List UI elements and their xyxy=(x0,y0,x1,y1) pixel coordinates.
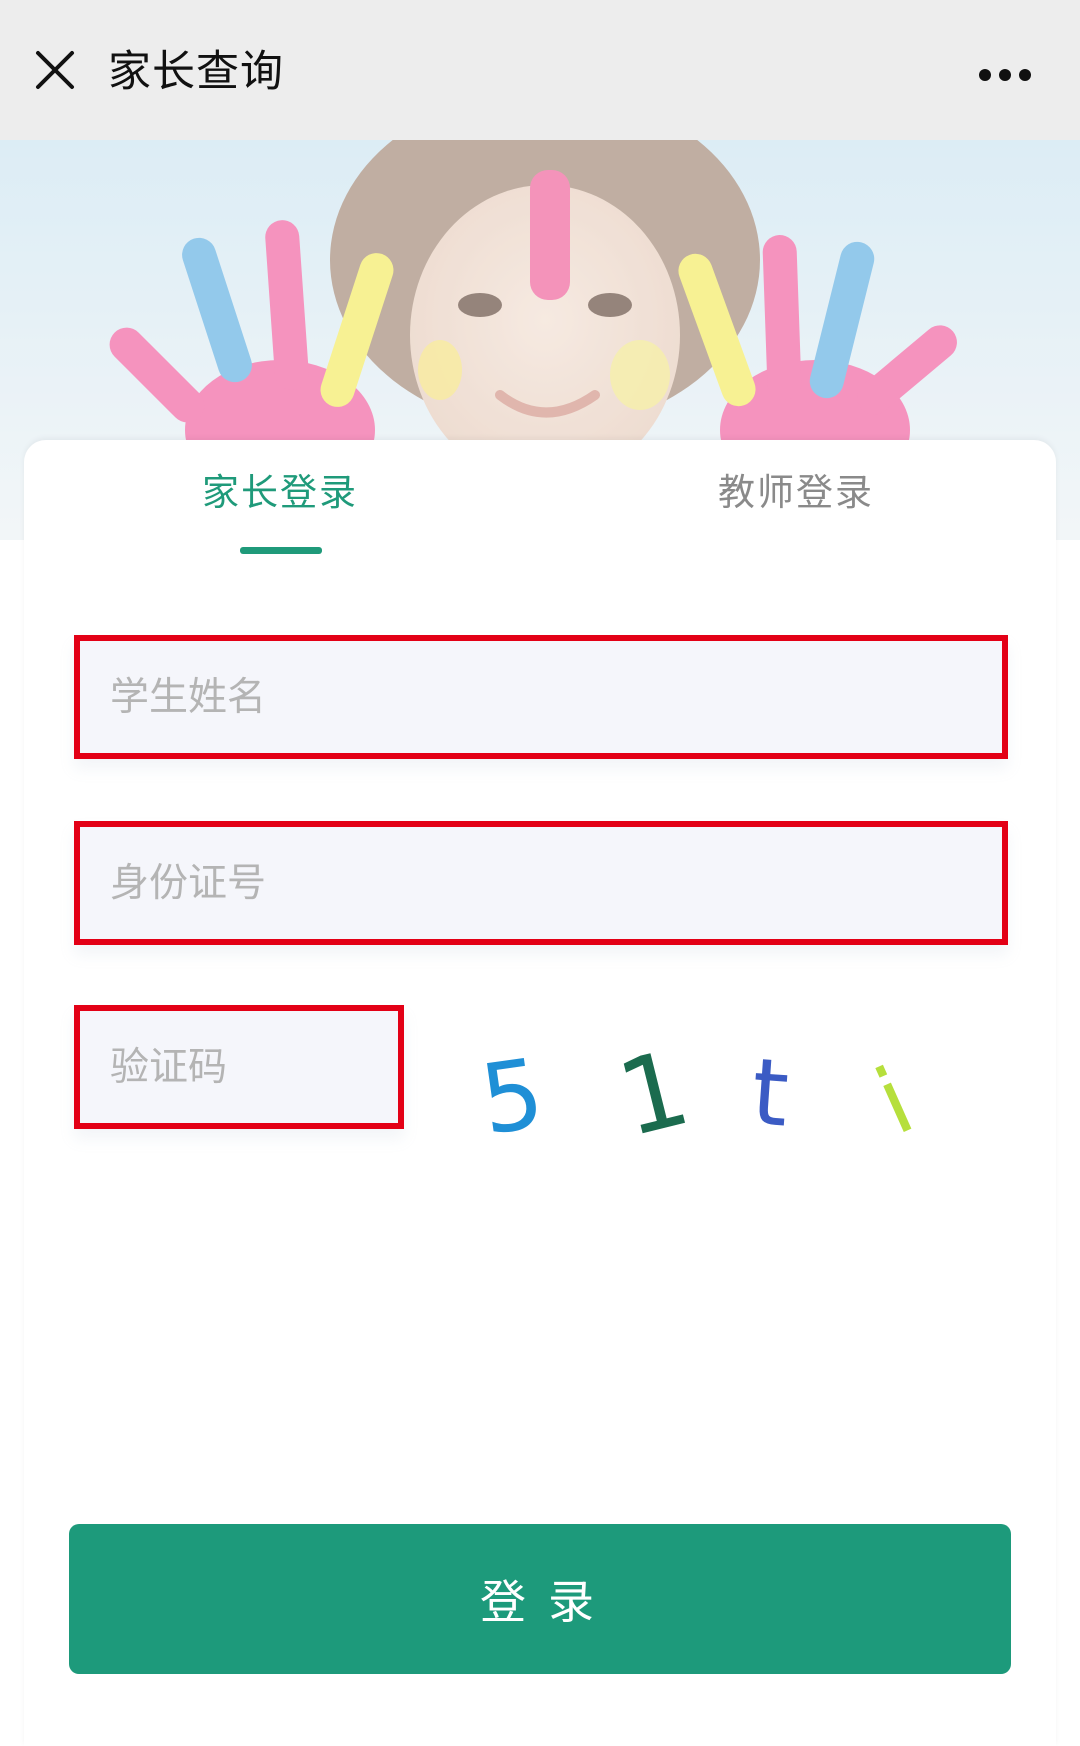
page-title: 家长查询 xyxy=(108,47,284,97)
student-name-input[interactable] xyxy=(80,641,1002,753)
tab-teacher-login[interactable]: 教师登录 xyxy=(718,468,874,518)
login-button[interactable]: 登录 xyxy=(69,1524,1011,1674)
captcha-input[interactable] xyxy=(80,1011,398,1123)
more-dots-icon xyxy=(979,69,1031,81)
captcha-char: t xyxy=(748,1038,791,1147)
close-button[interactable] xyxy=(30,45,80,95)
login-card: 家长登录 教师登录 5 1 t i 登录 xyxy=(24,440,1056,1746)
close-icon xyxy=(36,51,74,89)
captcha-char: 5 xyxy=(474,1037,550,1156)
id-number-field-wrapper xyxy=(74,821,1008,945)
active-tab-indicator xyxy=(240,547,322,554)
tab-parent-login[interactable]: 家长登录 xyxy=(202,468,358,518)
captcha-char: i xyxy=(861,1047,928,1155)
id-number-input[interactable] xyxy=(80,827,1002,939)
captcha-image[interactable]: 5 1 t i xyxy=(462,1030,1002,1160)
student-name-field-wrapper xyxy=(74,635,1008,759)
more-button[interactable] xyxy=(970,50,1040,100)
captcha-char: 1 xyxy=(607,1030,701,1160)
captcha-field-wrapper xyxy=(74,1005,404,1129)
top-nav-bar: 家长查询 xyxy=(0,0,1080,140)
